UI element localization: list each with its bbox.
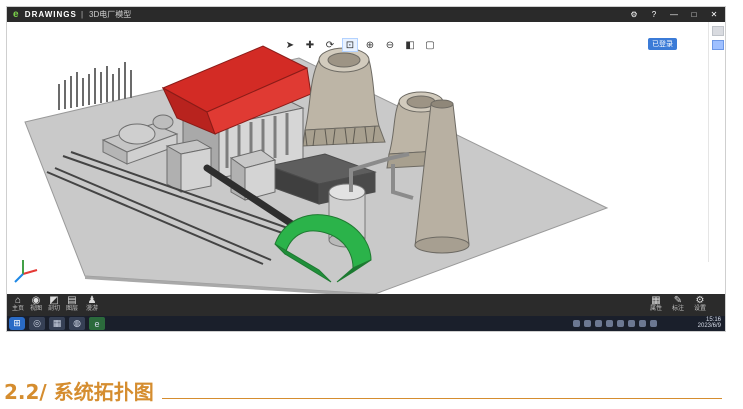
maximize-icon[interactable]: □ <box>689 7 699 22</box>
os-taskbar: ⊞ ◎ ▦ ◍ e 15:16 2023/6/9 <box>7 316 725 331</box>
document-title: 3D电厂模型 <box>89 10 132 19</box>
layers-button[interactable]: ▤ 图层 <box>63 296 81 314</box>
edit-icon: ✎ <box>673 295 683 306</box>
layers-icon: ▤ <box>67 295 77 306</box>
model-viewport[interactable]: ➤ ✚ ⟳ ⊡ ⊕ ⊖ ◧ ▢ 已登录 <box>7 22 709 294</box>
title-bar: e DRAWINGS | 3D电厂模型 ⚙ ? — □ ✕ <box>7 7 725 22</box>
walkthrough-button[interactable]: ♟ 漫游 <box>83 296 101 314</box>
gear-icon[interactable]: ⚙ <box>629 7 639 22</box>
caption-divider <box>162 398 722 399</box>
taskbar-clock[interactable]: 15:16 2023/6/9 <box>663 317 721 329</box>
axis-gizmo <box>14 260 38 283</box>
properties-button[interactable]: ▦ 属性 <box>647 296 665 314</box>
grid-icon: ▦ <box>651 295 661 306</box>
zoom-window-icon[interactable]: ⊡ <box>342 38 358 52</box>
person-icon: ♟ <box>87 295 97 306</box>
taskbar-browser-icon[interactable]: ◍ <box>69 317 85 330</box>
select-icon[interactable]: ➤ <box>283 39 297 51</box>
zoom-in-icon[interactable]: ⊕ <box>363 39 377 51</box>
bottom-toolbar: ⌂ 主页 ◉ 视图 ◩ 剖切 ▤ 图层 ♟ 漫游 ▦ 属性 ✎ 标注 ⚙ 设置 <box>7 294 725 316</box>
title-separator: | <box>81 10 84 19</box>
tray-icon[interactable] <box>573 320 580 327</box>
minimize-icon[interactable]: — <box>669 7 679 22</box>
tray-icon[interactable] <box>628 320 635 327</box>
system-tray <box>573 316 657 331</box>
eye-icon: ◉ <box>31 295 41 306</box>
section-caption: 2.2/ 系统拓扑图 <box>4 380 154 404</box>
tray-icon[interactable] <box>595 320 602 327</box>
view-cube-icon[interactable]: ◧ <box>403 39 417 51</box>
pan-icon[interactable]: ✚ <box>303 39 317 51</box>
markup-button[interactable]: ✎ 标注 <box>669 296 687 314</box>
zoom-out-icon[interactable]: ⊖ <box>383 39 397 51</box>
clock-date: 2023/6/9 <box>697 323 721 329</box>
home-icon: ⌂ <box>14 295 22 306</box>
help-icon[interactable]: ? <box>649 7 659 22</box>
tray-icon[interactable] <box>639 320 646 327</box>
tray-icon[interactable] <box>650 320 657 327</box>
right-dock <box>708 22 725 262</box>
tray-icon[interactable] <box>606 320 613 327</box>
dock-grid-icon[interactable] <box>712 26 724 36</box>
rotate-icon[interactable]: ⟳ <box>323 39 337 51</box>
status-tag: 已登录 <box>648 38 677 50</box>
settings-button[interactable]: ⚙ 设置 <box>691 296 709 314</box>
home-button[interactable]: ⌂ 主页 <box>9 296 27 314</box>
close-icon[interactable]: ✕ <box>709 7 719 22</box>
start-button[interactable]: ⊞ <box>9 317 25 330</box>
tray-icon[interactable] <box>584 320 591 327</box>
cooling-tower-1 <box>302 47 386 147</box>
dock-sheet-icon[interactable] <box>712 40 724 50</box>
settings-icon: ⚙ <box>695 295 705 306</box>
view-button[interactable]: ◉ 视图 <box>27 296 45 314</box>
power-plant-3d-scene[interactable] <box>7 22 709 294</box>
frame-icon[interactable]: ▢ <box>423 39 437 51</box>
taskbar-edrawings-icon[interactable]: e <box>89 317 105 330</box>
taskbar-folder-icon[interactable]: ▦ <box>49 317 65 330</box>
app-name: DRAWINGS <box>24 10 77 19</box>
application-window: e DRAWINGS | 3D电厂模型 ⚙ ? — □ ✕ ➤ ✚ ⟳ ⊡ ⊕ … <box>6 6 726 332</box>
edrawings-e-icon: e <box>13 9 20 20</box>
window-controls: ⚙ ? — □ ✕ <box>629 7 719 22</box>
view-toolbar: ➤ ✚ ⟳ ⊡ ⊕ ⊖ ◧ ▢ <box>283 38 437 52</box>
tray-icon[interactable] <box>617 320 624 327</box>
section-button[interactable]: ◩ 剖切 <box>45 296 63 314</box>
app-logo: e DRAWINGS <box>13 7 77 22</box>
section-icon: ◩ <box>49 295 59 306</box>
taskbar-app-icon[interactable]: ◎ <box>29 317 45 330</box>
